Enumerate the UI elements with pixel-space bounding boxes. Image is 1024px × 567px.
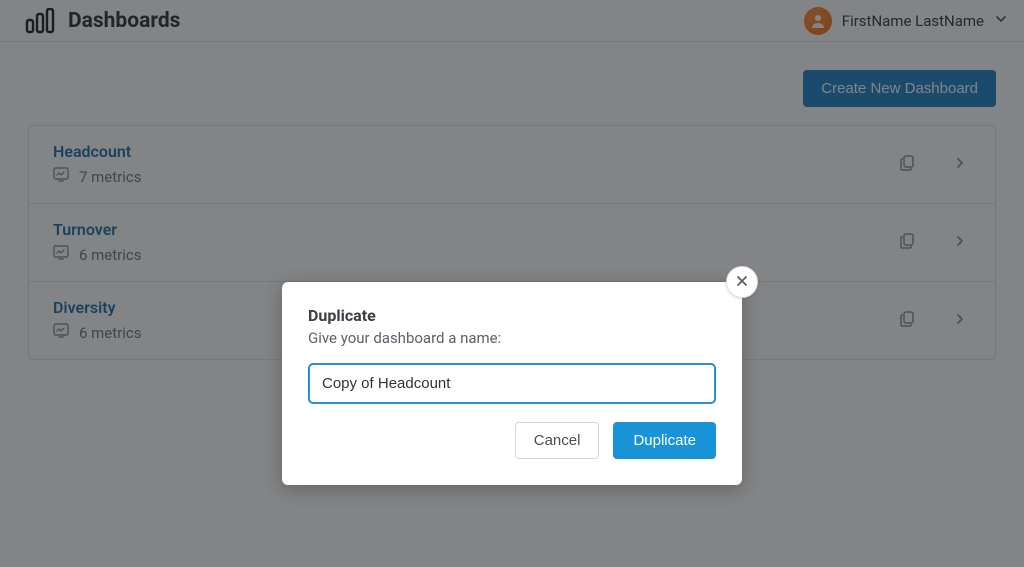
modal-overlay[interactable]: Duplicate Give your dashboard a name: Ca… [0, 0, 1024, 567]
modal-subtitle: Give your dashboard a name: [308, 329, 716, 347]
cancel-button[interactable]: Cancel [515, 422, 600, 459]
duplicate-confirm-button[interactable]: Duplicate [613, 422, 716, 459]
close-icon [735, 274, 749, 291]
dashboard-name-input[interactable] [308, 363, 716, 404]
duplicate-modal: Duplicate Give your dashboard a name: Ca… [282, 282, 742, 485]
close-button[interactable] [726, 266, 758, 298]
modal-title: Duplicate [308, 306, 716, 325]
modal-actions: Cancel Duplicate [308, 422, 716, 459]
